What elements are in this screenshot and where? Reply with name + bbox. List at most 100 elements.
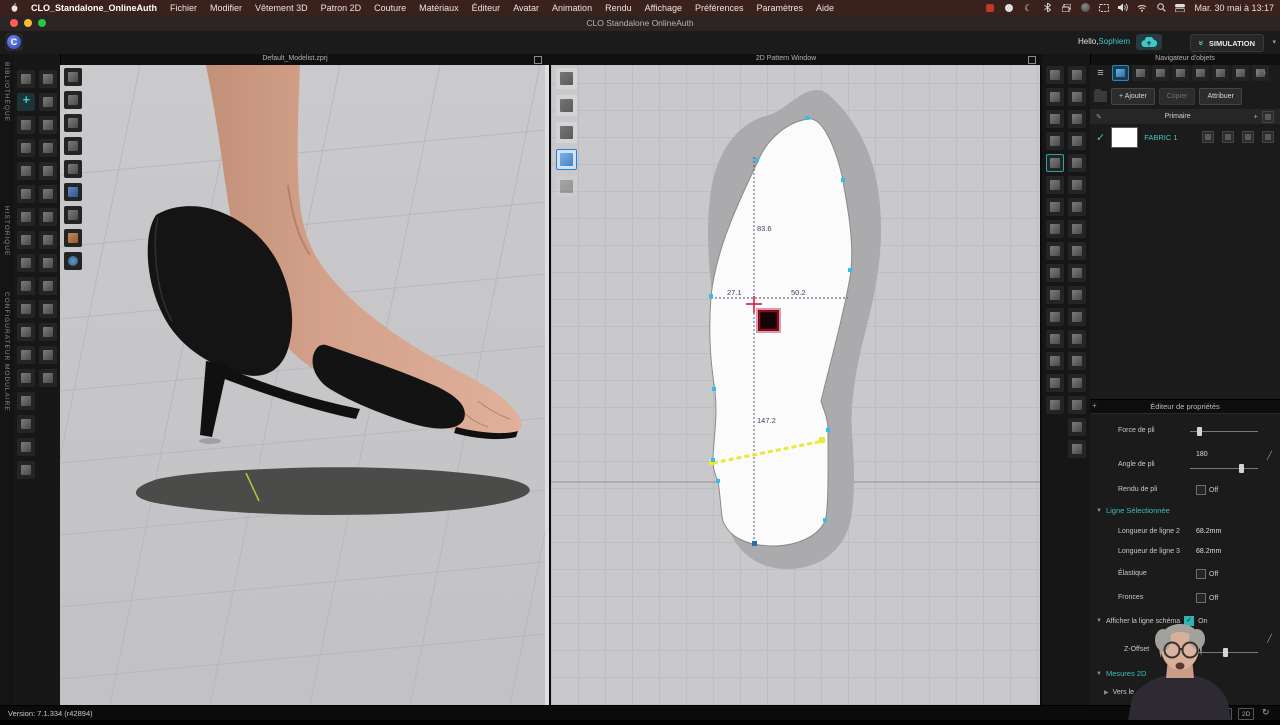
expand-3d-window-icon[interactable] (534, 56, 542, 64)
tool-icon[interactable] (17, 185, 35, 203)
tool-icon[interactable] (17, 300, 35, 318)
tool-icon[interactable] (39, 277, 57, 295)
tool-icon[interactable] (1046, 220, 1064, 238)
simulation-dropdown-caret[interactable]: ▾ (1272, 38, 1276, 46)
tool-icon[interactable] (64, 91, 82, 109)
texture-tab-icon[interactable] (1132, 65, 1149, 81)
puckering-tab-icon[interactable] (1212, 65, 1229, 81)
tool-icon[interactable] (1046, 352, 1064, 370)
tool-icon[interactable] (1068, 66, 1086, 84)
tool-icon[interactable] (1068, 374, 1086, 392)
menu-aide[interactable]: Aide (816, 3, 834, 13)
tool-icon[interactable] (1068, 286, 1086, 304)
tool-icon[interactable] (1068, 440, 1086, 458)
fabric-save-icon[interactable] (1242, 131, 1254, 143)
dart-tool-icon[interactable] (556, 122, 577, 143)
tool-icon[interactable] (1068, 154, 1086, 172)
sidebar-tab-history[interactable]: HISTORIQUE (3, 206, 10, 256)
username[interactable]: Sophiem (1098, 37, 1130, 46)
display-mirroring-icon[interactable] (1099, 3, 1110, 13)
tool-icon[interactable] (1046, 264, 1064, 282)
tool-icon[interactable] (39, 231, 57, 249)
curve-editor-icon[interactable]: ╱ (1267, 451, 1272, 460)
tool-icon[interactable] (1068, 220, 1086, 238)
fabric-layers-icon[interactable] (1222, 131, 1234, 143)
tool-icon[interactable] (1046, 66, 1064, 84)
tool-icon[interactable] (64, 206, 82, 224)
selected-line-endpoint[interactable] (819, 437, 825, 443)
edit-pattern-tool-icon[interactable] (556, 68, 577, 89)
tool-icon[interactable] (39, 70, 57, 88)
tool-icon[interactable] (39, 162, 57, 180)
tool-icon[interactable] (1046, 198, 1064, 216)
tool-icon[interactable] (17, 208, 35, 226)
fabric-tab-icon-selected[interactable] (1112, 65, 1129, 81)
fabric-checkmark-icon[interactable]: ✓ (1096, 131, 1105, 144)
move-tool-icon-selected[interactable] (17, 93, 35, 111)
polygon-tool-icon-selected[interactable] (1046, 154, 1064, 172)
tool-icon[interactable] (1068, 110, 1086, 128)
apple-menu-icon[interactable] (10, 3, 19, 13)
tool-icon[interactable] (39, 254, 57, 272)
list-menu-icon[interactable]: ≡ (1092, 65, 1109, 81)
tool-icon[interactable] (64, 137, 82, 155)
tool-icon[interactable] (39, 300, 57, 318)
line-length2-value[interactable]: 68.2mm (1196, 528, 1221, 535)
volume-icon[interactable] (1118, 3, 1129, 13)
user-circle-icon[interactable] (1080, 3, 1090, 13)
sidebar-tab-library[interactable]: BIBLIOTHÈQUE (3, 62, 10, 122)
tool-icon[interactable] (39, 139, 57, 157)
menu-patron-2d[interactable]: Patron 2D (321, 3, 362, 13)
tool-icon[interactable] (39, 116, 57, 134)
adobe-cc-icon[interactable] (1004, 3, 1014, 13)
tool-icon[interactable] (1046, 396, 1064, 414)
fabric-list-item[interactable]: ✓ FABRIC 1 (1090, 124, 1280, 150)
fold-angle-slider[interactable] (1190, 464, 1258, 473)
menu-modifier[interactable]: Modifier (210, 3, 242, 13)
disabled-garment-tool-icon[interactable] (556, 176, 577, 197)
view-2d-button[interactable]: 2D (1238, 708, 1255, 720)
section-collapsed-icon[interactable]: ▶ (1104, 689, 1109, 696)
wifi-icon[interactable] (1137, 3, 1147, 13)
topstitch-tab-icon[interactable] (1192, 65, 1209, 81)
tool-icon[interactable] (17, 323, 35, 341)
tool-icon[interactable] (17, 254, 35, 272)
tool-icon[interactable] (1068, 264, 1086, 282)
stacked-windows-icon[interactable] (1061, 3, 1071, 13)
add-section-icon[interactable]: + (1253, 112, 1258, 121)
cloud-sync-button[interactable] (1136, 34, 1162, 50)
viewport-3d[interactable] (9, 64, 641, 706)
assign-fabric-button[interactable]: Attribuer (1199, 88, 1242, 105)
tool-icon[interactable] (1046, 374, 1064, 392)
tool-icon[interactable] (17, 70, 35, 88)
control-center-icon[interactable] (1175, 3, 1186, 13)
section-options-icon[interactable] (1262, 110, 1274, 123)
tool-icon[interactable] (64, 160, 82, 178)
simulation-button[interactable]: » SIMULATION (1189, 34, 1264, 52)
tool-icon[interactable] (39, 323, 57, 341)
sidebar-tab-modular-configurator[interactable]: CONFIGURATEUR MODULAIRE (3, 292, 10, 412)
tool-icon[interactable] (39, 185, 57, 203)
tool-icon[interactable] (17, 346, 35, 364)
insole-on-floor[interactable] (135, 467, 530, 515)
menu-couture[interactable]: Couture (374, 3, 406, 13)
clo-logo[interactable]: C (5, 33, 23, 51)
menu-affichage[interactable]: Affichage (645, 3, 682, 13)
tool-icon[interactable] (1068, 330, 1086, 348)
tool-icon[interactable] (39, 369, 57, 387)
menubar-clock[interactable]: Mar. 30 mai à 13:17 (1194, 3, 1274, 13)
fold-strength-slider[interactable] (1190, 427, 1258, 436)
add-fabric-button[interactable]: + Ajouter (1111, 88, 1155, 105)
viewport-2d-pattern[interactable]: 83.6 27.1 50.2 147.2 (551, 65, 1040, 705)
spotlight-search-icon[interactable] (1156, 3, 1166, 13)
folder-icon[interactable] (1094, 89, 1107, 102)
fabric-delete-icon[interactable] (1262, 131, 1274, 143)
section-expanded-icon[interactable]: ▼ (1096, 671, 1102, 677)
tool-icon[interactable] (64, 114, 82, 132)
tool-icon[interactable] (39, 346, 57, 364)
menu-fichier[interactable]: Fichier (170, 3, 197, 13)
measurement-tab-icon[interactable] (1232, 65, 1249, 81)
tool-icon[interactable] (64, 68, 82, 86)
property-panel-pin-icon[interactable]: + (1092, 401, 1097, 410)
tool-icon[interactable] (1068, 352, 1086, 370)
